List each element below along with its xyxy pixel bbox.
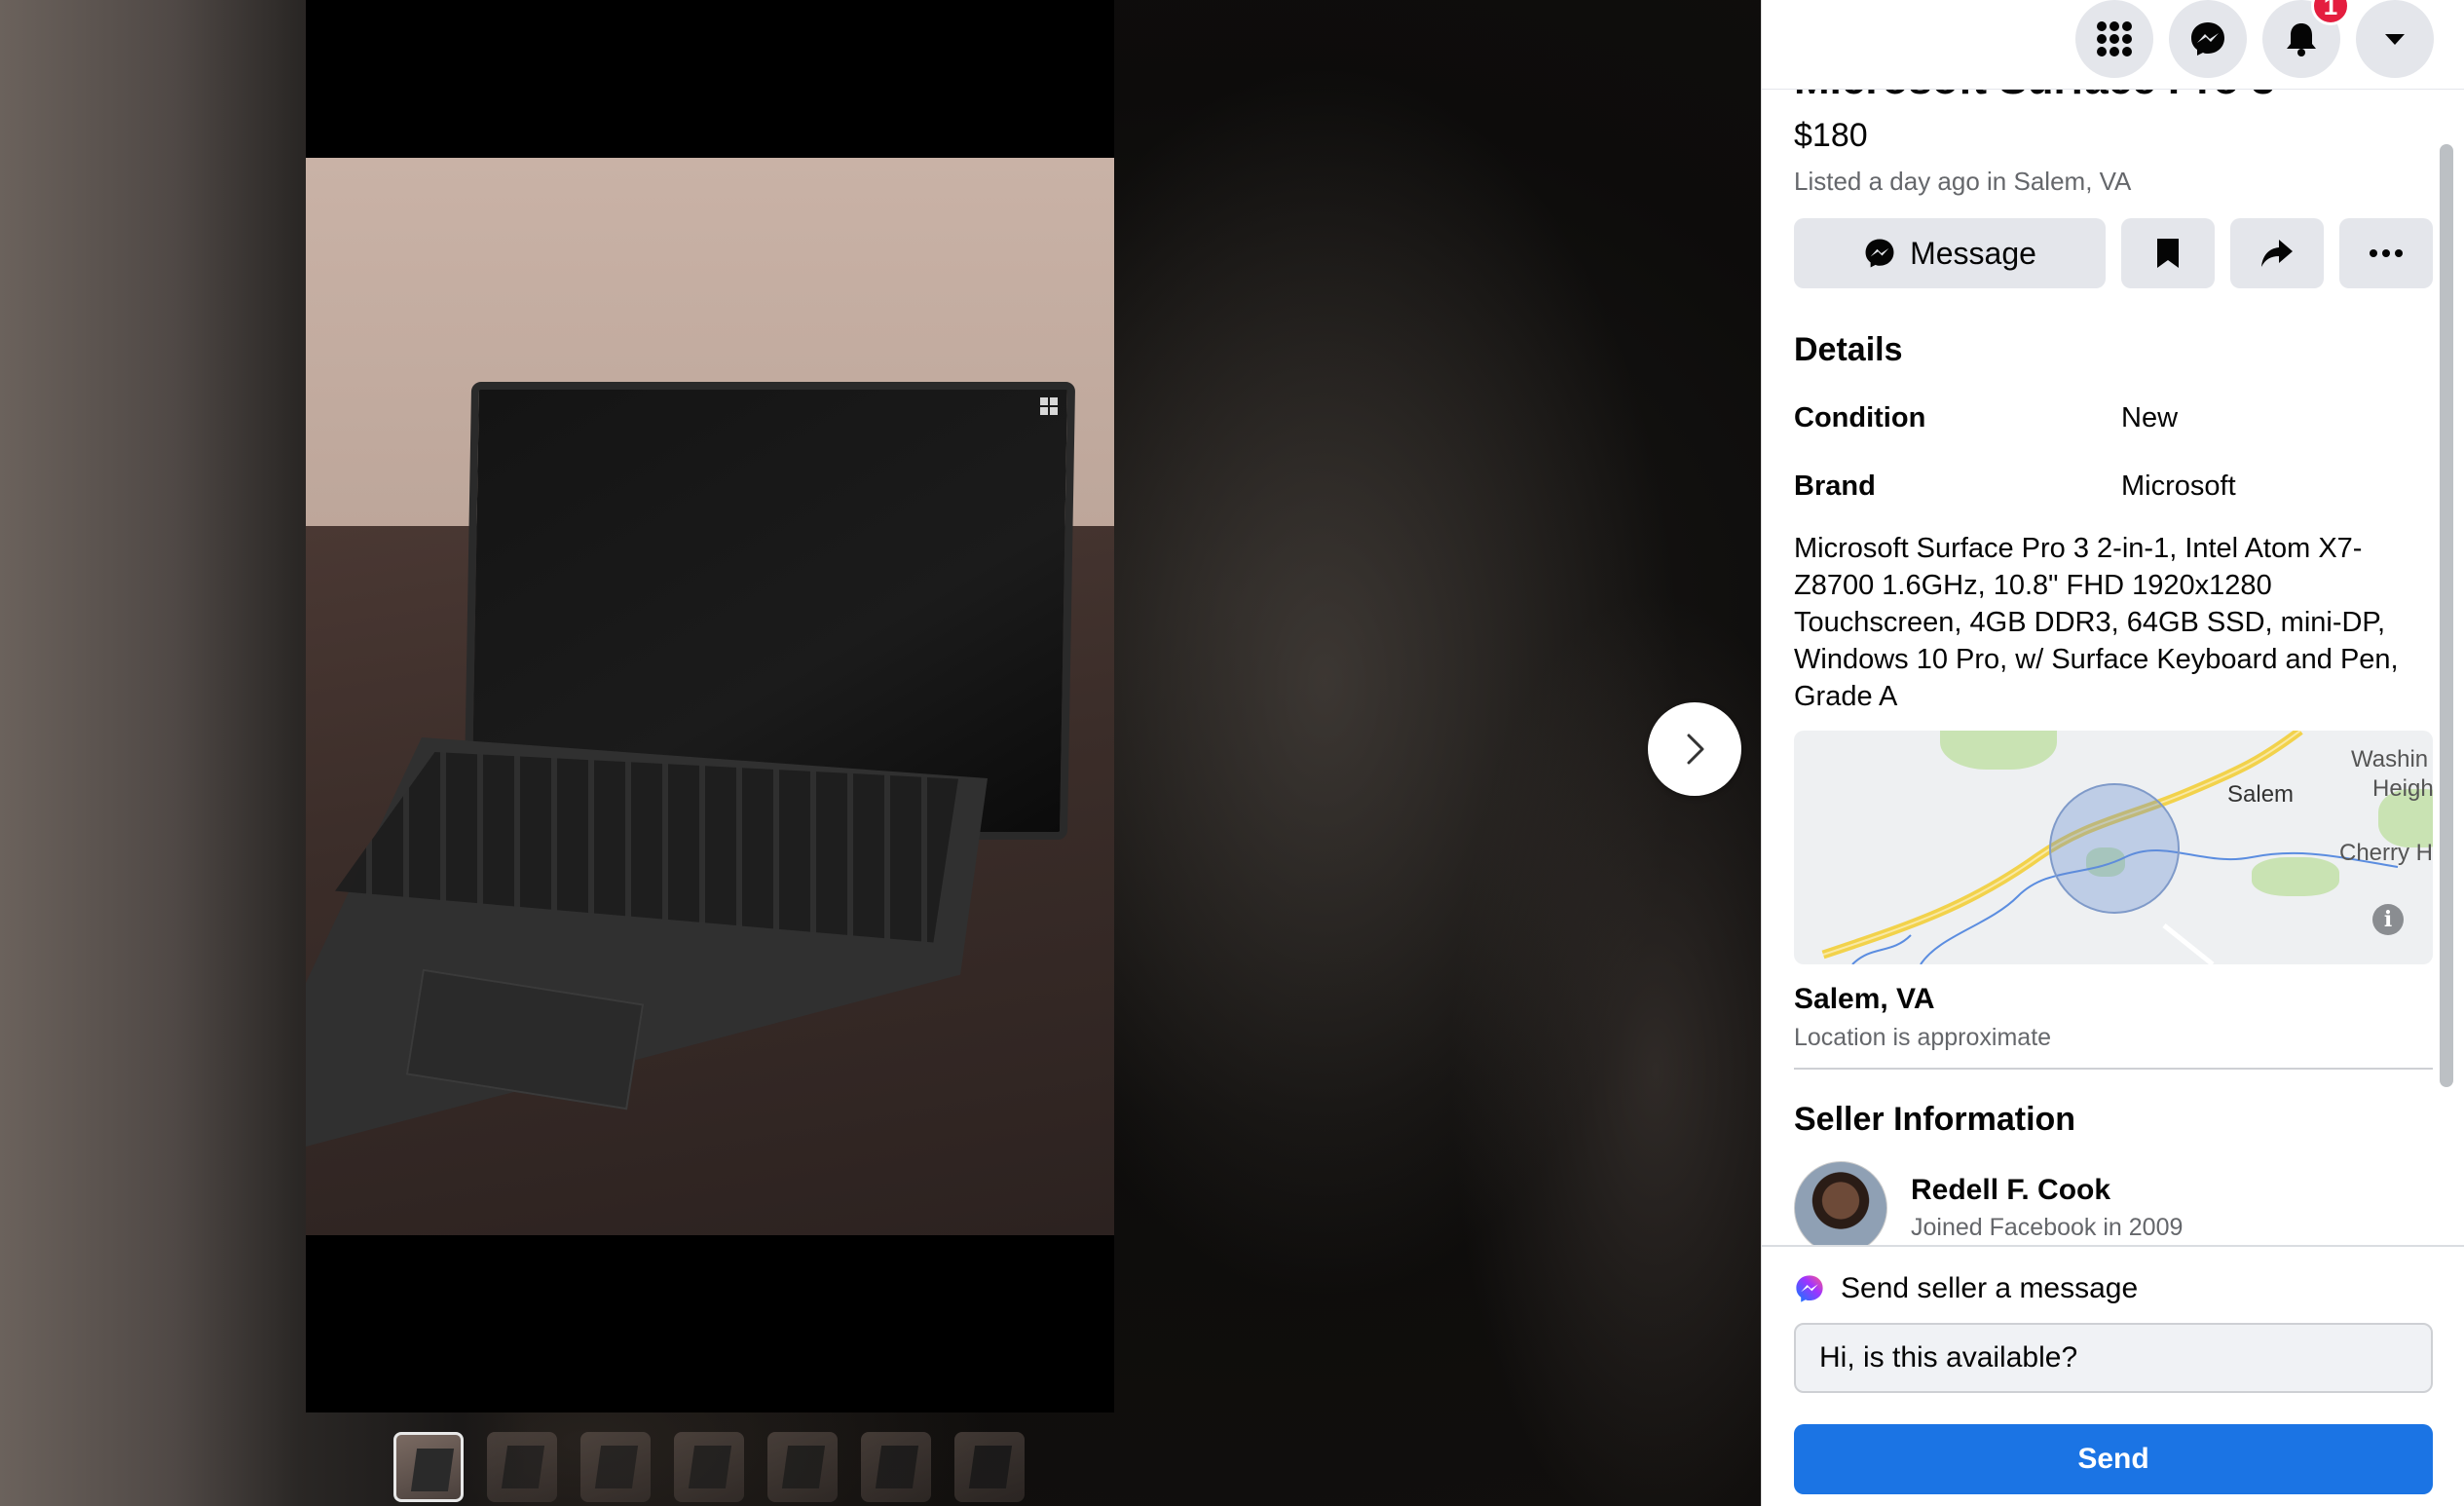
seller-heading: Seller Information: [1794, 1101, 2076, 1138]
approximate-location-circle: [2049, 783, 2180, 914]
top-nav: 1: [1762, 0, 2464, 90]
thumbnail[interactable]: [580, 1432, 651, 1502]
ellipsis-icon: [2370, 249, 2403, 257]
messenger-icon: [2191, 22, 2224, 56]
main-photo: [306, 0, 1114, 1412]
listing-panel: 1 Microsoft Surface Pro 3 $180 Listed a …: [1761, 0, 2464, 1506]
send-message-label: Send seller a message: [1841, 1272, 2139, 1304]
more-options-button[interactable]: [2339, 218, 2433, 288]
action-row: Message: [1794, 218, 2433, 288]
detail-value: Microsoft: [2121, 471, 2236, 502]
thumbnail[interactable]: [487, 1432, 557, 1502]
product-photo: [306, 158, 1114, 1235]
location-map[interactable]: Washin Heigh Salem Cherry H i: [1794, 731, 2433, 964]
caret-down-icon: [2385, 34, 2405, 45]
message-button-label: Message: [1910, 235, 2036, 271]
share-button[interactable]: [2230, 218, 2324, 288]
messenger-icon: [1865, 239, 1894, 268]
thumbnail[interactable]: [861, 1432, 931, 1502]
windows-logo-icon: [1040, 397, 1058, 415]
message-button[interactable]: Message: [1794, 218, 2106, 288]
listing-title: Microsoft Surface Pro 3: [1794, 90, 2433, 109]
detail-key: Brand: [1794, 471, 1876, 502]
listing-scroll-area: Microsoft Surface Pro 3 $180 Listed a da…: [1762, 90, 2464, 1245]
chevron-right-icon: [1687, 734, 1704, 765]
save-button[interactable]: [2121, 218, 2215, 288]
menu-grid-icon: [2097, 21, 2132, 56]
seller-name[interactable]: Redell F. Cook: [1911, 1171, 2183, 1210]
divider: [1794, 1068, 2433, 1070]
thumbnail[interactable]: [674, 1432, 744, 1502]
thumbnail[interactable]: [954, 1432, 1025, 1502]
location-name: Salem, VA: [1794, 983, 1935, 1015]
map-label: Washin: [2351, 746, 2429, 772]
account-button[interactable]: [2356, 0, 2434, 78]
seller-text: Redell F. Cook Joined Facebook in 2009: [1911, 1171, 2183, 1245]
map-label: Cherry H: [2339, 840, 2433, 866]
bell-icon: [2287, 23, 2316, 56]
detail-key: Condition: [1794, 402, 1926, 433]
share-arrow-icon: [2261, 240, 2293, 267]
info-icon[interactable]: i: [2372, 904, 2404, 935]
seller-row[interactable]: Redell F. Cook Joined Facebook in 2009: [1794, 1161, 2433, 1245]
message-compose-area: Send seller a message Send: [1762, 1245, 2464, 1506]
next-photo-button[interactable]: [1648, 702, 1741, 796]
location-note: Location is approximate: [1794, 1024, 2052, 1051]
detail-row-brand: Brand Microsoft: [1794, 464, 2433, 508]
seller-joined: Joined Facebook in 2009: [1911, 1214, 2184, 1241]
map-label: Salem: [2227, 781, 2295, 808]
map-label: Heigh: [2372, 775, 2433, 802]
detail-row-condition: Condition New: [1794, 395, 2433, 440]
listing-description: Microsoft Surface Pro 3 2-in-1, Intel At…: [1794, 533, 2399, 712]
listing-meta: Listed a day ago in Salem, VA: [1794, 167, 2132, 196]
message-input[interactable]: [1794, 1323, 2433, 1393]
details-heading: Details: [1794, 331, 1903, 368]
menu-button[interactable]: [2075, 0, 2153, 78]
messenger-button[interactable]: [2169, 0, 2247, 78]
bookmark-icon: [2157, 239, 2179, 268]
thumbnail[interactable]: [767, 1432, 838, 1502]
scrollbar[interactable]: [2440, 144, 2453, 1087]
thumbnail[interactable]: [393, 1432, 464, 1502]
seller-avatar[interactable]: [1794, 1161, 1887, 1245]
send-button[interactable]: Send: [1794, 1424, 2433, 1494]
messenger-gradient-icon: [1796, 1275, 1823, 1302]
listing-price: $180: [1794, 117, 1868, 154]
media-viewer: [0, 0, 1761, 1506]
detail-value: New: [2121, 402, 2179, 433]
listing-content: Microsoft Surface Pro 3 $180 Listed a da…: [1794, 90, 2433, 1245]
thumbnail-strip: [393, 1432, 1025, 1502]
send-message-row: Send seller a message: [1794, 1272, 2138, 1305]
